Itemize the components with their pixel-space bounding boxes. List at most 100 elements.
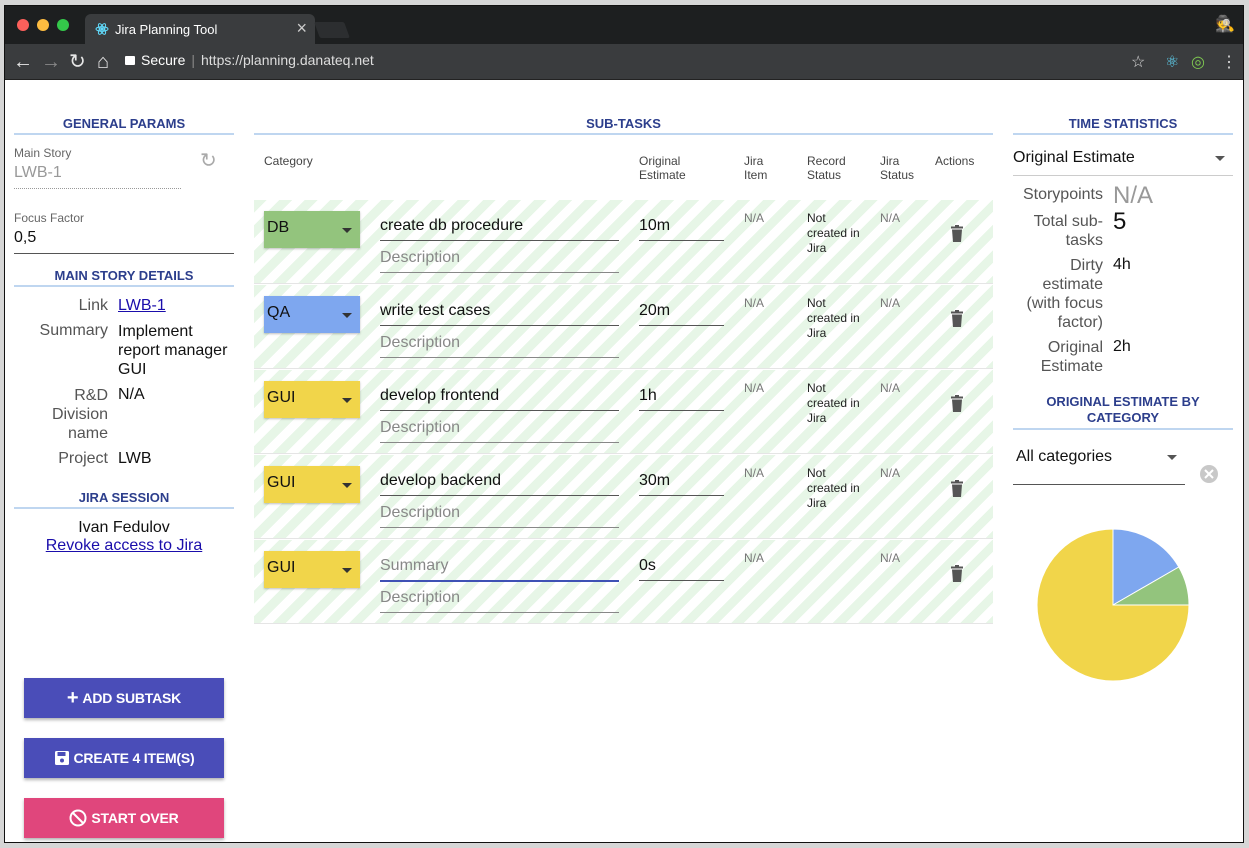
delete-icon[interactable] — [950, 565, 964, 583]
summary-label: Summary — [39, 322, 108, 339]
react-icon — [95, 23, 109, 35]
dirty-estimate-label: Dirty estimate (with focus factor) — [1026, 257, 1103, 331]
total-subtasks-value: 5 — [1113, 208, 1127, 235]
maximize-window-button[interactable] — [57, 19, 69, 31]
bookmark-star-icon[interactable]: ☆ — [1131, 52, 1145, 72]
subtasks-panel: SUB-TASKS Category Original Estimate Jir… — [254, 80, 993, 624]
column-record-status: Record Status — [807, 154, 846, 182]
original-estimate-value: 2h — [1113, 338, 1131, 355]
refresh-icon[interactable]: ↻ — [200, 148, 217, 173]
jira-status-value: N/A — [880, 296, 901, 310]
dropdown-caret-icon — [1167, 455, 1177, 460]
minimize-window-button[interactable] — [37, 19, 49, 31]
revoke-access-link[interactable]: Revoke access to Jira — [46, 537, 203, 554]
clear-filter-icon[interactable] — [1199, 464, 1219, 484]
category-select[interactable]: GUI — [264, 466, 360, 503]
summary-value: Implement report manager GUI — [118, 323, 228, 378]
estimate-input[interactable]: 20m — [639, 302, 724, 326]
category-select[interactable]: QA — [264, 296, 360, 333]
record-status-value: Not created in Jira — [807, 211, 860, 255]
summary-input[interactable]: develop backend — [380, 472, 619, 496]
category-filter-select[interactable]: All categories — [1013, 448, 1185, 485]
incognito-icon: 🕵 — [1215, 16, 1235, 33]
jira-item-value: N/A — [744, 551, 765, 565]
save-icon — [54, 751, 69, 765]
delete-icon[interactable] — [950, 225, 964, 243]
estimate-input[interactable]: 30m — [639, 472, 724, 496]
focus-factor-label: Focus Factor — [14, 211, 85, 225]
link-label: Link — [78, 297, 108, 314]
delete-icon[interactable] — [950, 480, 964, 498]
back-icon[interactable]: ← — [13, 50, 33, 74]
description-input[interactable]: Description — [380, 419, 619, 443]
summary-input[interactable]: Summary — [380, 557, 619, 582]
dropdown-caret-icon — [342, 228, 352, 233]
subtasks-heading: SUB-TASKS — [254, 116, 993, 135]
close-window-button[interactable] — [17, 19, 29, 31]
estimate-input[interactable]: 1h — [639, 387, 724, 411]
general-params-heading: GENERAL PARAMS — [14, 116, 234, 135]
description-input[interactable]: Description — [380, 504, 619, 528]
main-story-field[interactable]: LWB-1 — [14, 164, 181, 189]
category-select[interactable]: GUI — [264, 381, 360, 418]
summary-input[interactable]: create db procedure — [380, 217, 619, 241]
tab-title: Jira Planning Tool — [115, 22, 218, 37]
block-icon — [69, 809, 87, 827]
create-items-button[interactable]: CREATE 4 ITEM(S) — [24, 738, 224, 778]
reload-icon[interactable]: ↻ — [69, 50, 86, 74]
division-label: R&D Division name — [51, 387, 108, 442]
forward-icon[interactable]: → — [41, 50, 61, 74]
add-subtask-button[interactable]: + ADD SUBTASK — [24, 678, 224, 718]
storypoints-value: N/A — [1113, 182, 1154, 209]
description-input[interactable]: Description — [380, 249, 619, 273]
url-field[interactable]: Secure | https://planning.danateq.net — [125, 52, 374, 68]
dropdown-caret-icon — [1215, 156, 1225, 161]
original-estimate-label: Original Estimate — [1040, 339, 1103, 375]
react-devtools-icon[interactable]: ⚛ — [1165, 52, 1179, 72]
menu-icon[interactable]: ⋮ — [1221, 52, 1237, 72]
record-status-value: Not created in Jira — [807, 381, 860, 425]
home-icon[interactable]: ⌂ — [97, 50, 109, 74]
secure-label: Secure — [141, 52, 186, 68]
jira-status-value: N/A — [880, 551, 901, 565]
story-link[interactable]: LWB-1 — [118, 297, 234, 315]
category-select[interactable]: DB — [264, 211, 360, 248]
summary-input[interactable]: write test cases — [380, 302, 619, 326]
estimate-type-select[interactable]: Original Estimate — [1013, 149, 1233, 176]
delete-icon[interactable] — [950, 310, 964, 328]
left-panel: GENERAL PARAMS Main Story LWB-1 ↻ Focus … — [14, 80, 234, 555]
url-text: https://planning.danateq.net — [201, 52, 374, 68]
category-select[interactable]: GUI — [264, 551, 360, 588]
category-value: GUI — [267, 559, 296, 576]
estimate-input[interactable]: 10m — [639, 217, 724, 241]
subtask-row: GUI develop backend Description 30m N/A Not c… — [254, 455, 993, 539]
start-over-button[interactable]: START OVER — [24, 798, 224, 838]
subtask-row: GUI develop frontend Description 1h N/A Not c… — [254, 370, 993, 454]
dropdown-caret-icon — [342, 313, 352, 318]
record-status-value: Not created in Jira — [807, 466, 860, 510]
column-jira-status: Jira Status — [880, 154, 915, 182]
total-subtasks-label: Total sub-tasks — [1033, 213, 1103, 249]
address-bar: ← → ↻ ⌂ Secure | https://planning.danateq.… — [5, 44, 1243, 80]
plus-icon: + — [66, 686, 79, 709]
jira-item-value: N/A — [744, 381, 765, 395]
summary-input[interactable]: develop frontend — [380, 387, 619, 411]
by-category-heading: ORIGINAL ESTIMATE BY CATEGORY — [1013, 394, 1233, 430]
description-input[interactable]: Description — [380, 334, 619, 358]
lock-icon — [125, 56, 135, 65]
time-statistics-panel: TIME STATISTICS Original Estimate Storyp… — [1013, 80, 1233, 682]
jira-session-heading: JIRA SESSION — [14, 490, 234, 509]
estimate-input[interactable]: 0s — [639, 557, 724, 581]
jira-item-value: N/A — [744, 296, 765, 310]
dropdown-caret-icon — [342, 483, 352, 488]
close-tab-icon[interactable]: × — [296, 18, 307, 39]
focus-factor-field[interactable]: 0,5 — [14, 229, 234, 254]
new-tab-button[interactable] — [314, 22, 350, 38]
column-estimate: Original Estimate — [639, 154, 686, 182]
browser-tab[interactable]: Jira Planning Tool × — [85, 14, 315, 44]
app-page: GENERAL PARAMS Main Story LWB-1 ↻ Focus … — [5, 80, 1243, 842]
description-input[interactable]: Description — [380, 589, 619, 613]
extension-icon[interactable]: ◎ — [1191, 52, 1205, 72]
jira-status-value: N/A — [880, 466, 901, 480]
delete-icon[interactable] — [950, 395, 964, 413]
